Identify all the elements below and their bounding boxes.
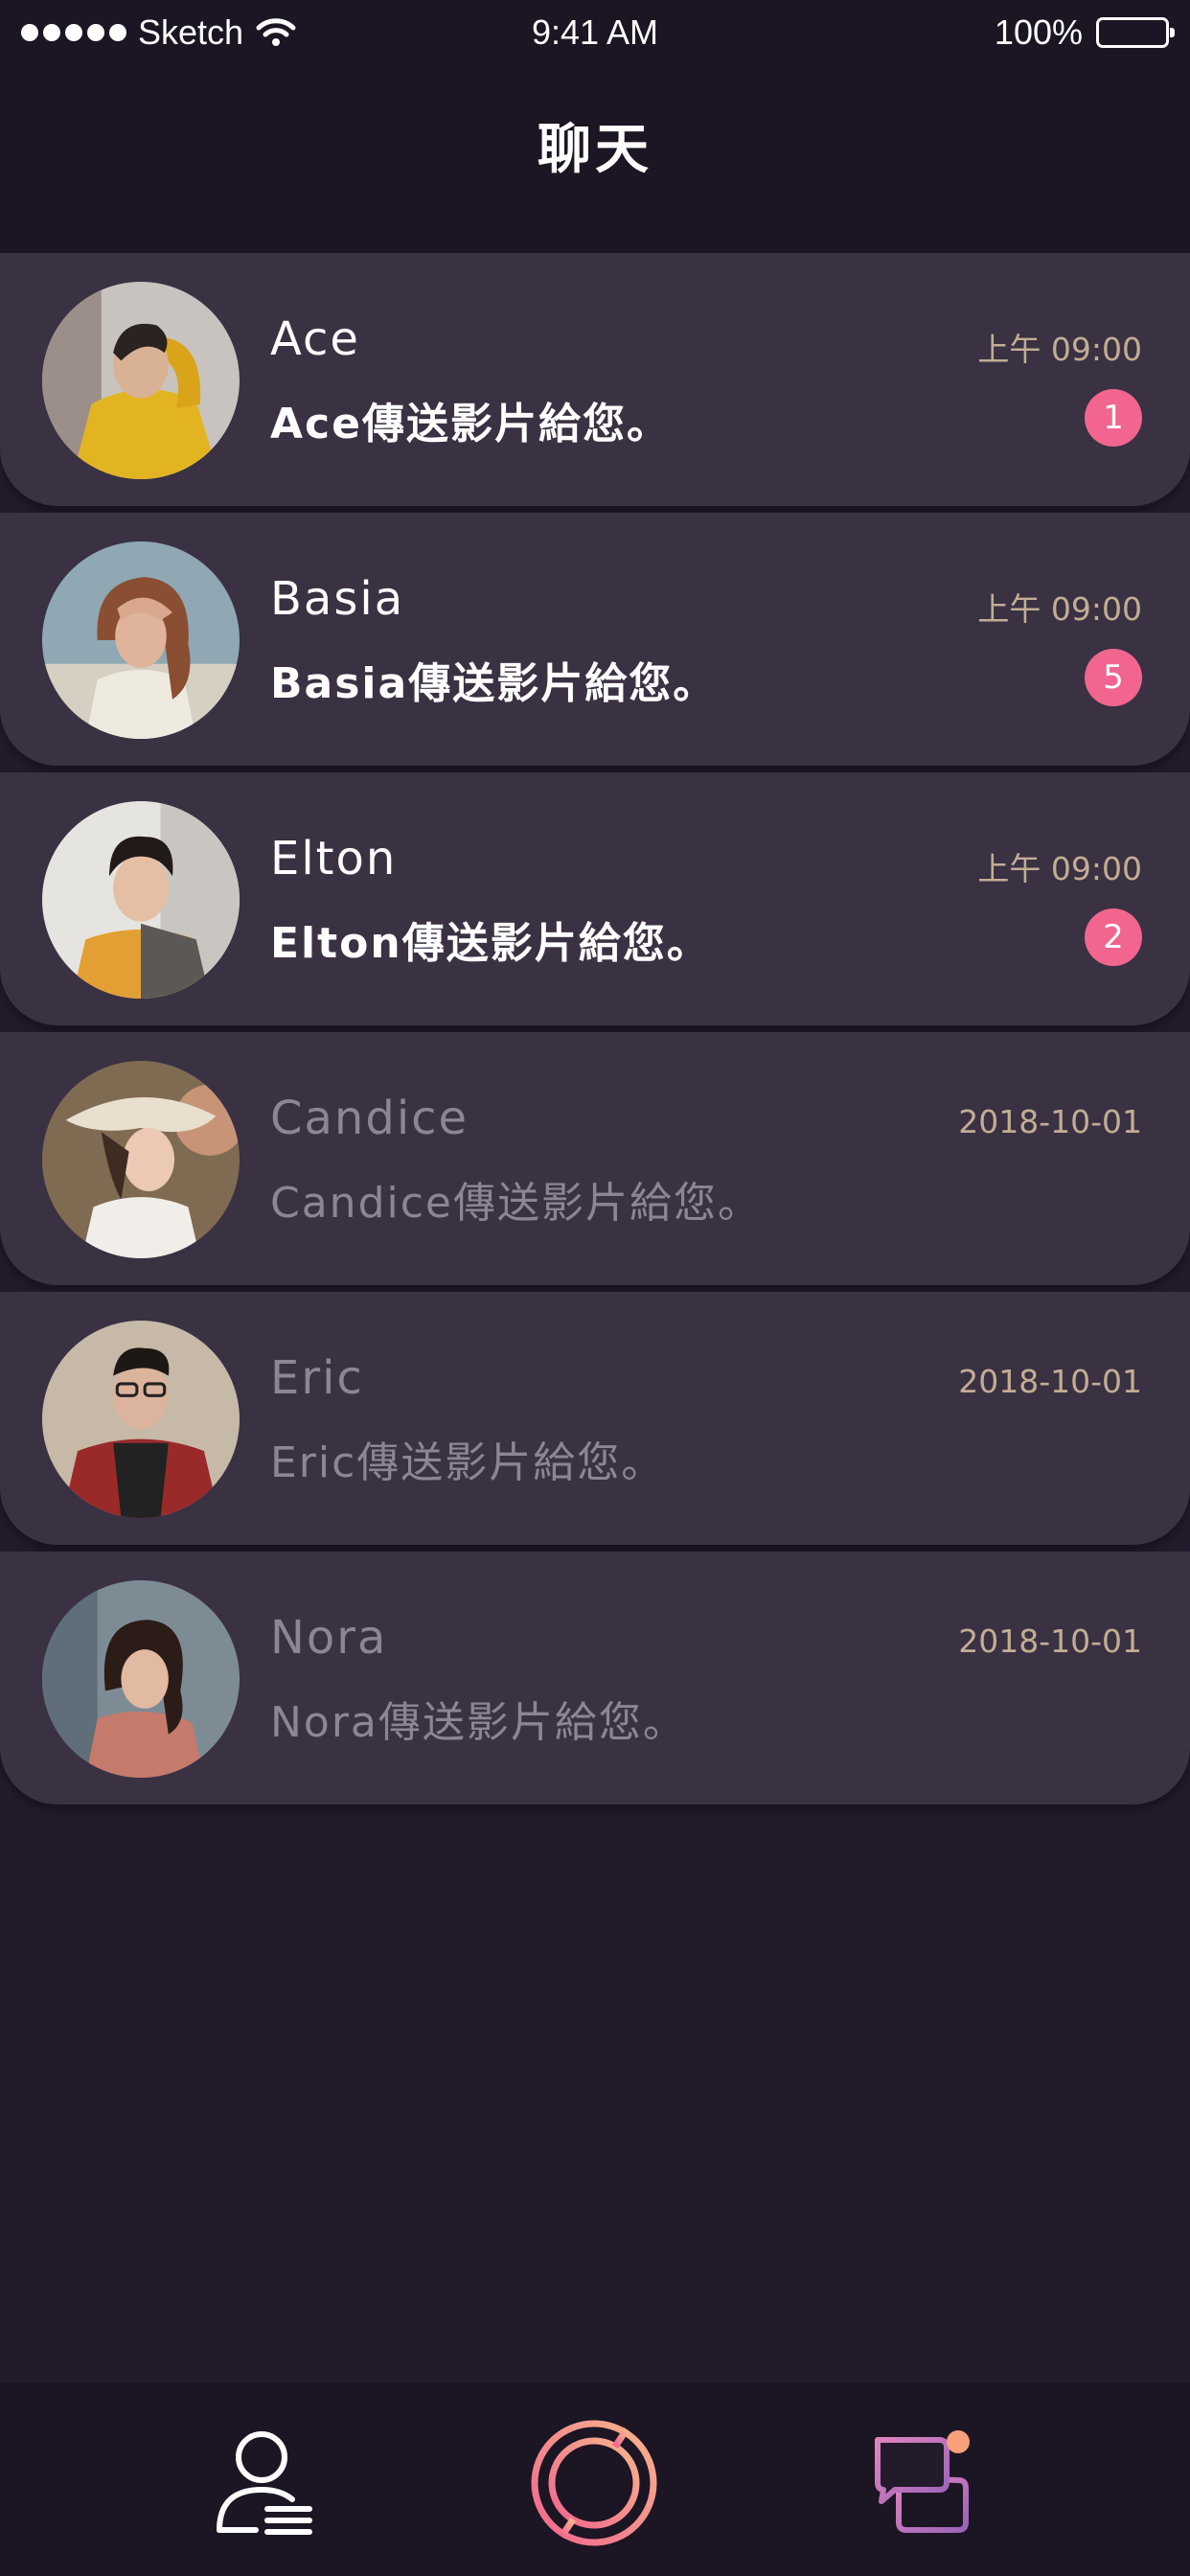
chat-item-elton[interactable]: Elton 上午 09:00 Elton傳送影片給您。 2: [0, 772, 1190, 1025]
message-time: 上午 09:00: [977, 590, 1142, 628]
nav-bar: 聊天: [0, 65, 1190, 253]
message-preview: Basia傳送影片給您。: [270, 659, 718, 708]
tab-bar: [0, 2382, 1190, 2576]
message-preview: Ace傳送影片給您。: [270, 400, 671, 448]
message-time: 2018-10-01: [958, 1103, 1142, 1140]
chat-item-eric[interactable]: Eric 2018-10-01 Eric傳送影片給您。: [0, 1292, 1190, 1545]
battery-icon: [1096, 17, 1175, 48]
chat-list: Ace 上午 09:00 Ace傳送影片給您。 1 Basia 上午 09:00…: [0, 253, 1190, 1811]
message-preview: Elton傳送影片給您。: [270, 919, 711, 968]
message-time: 2018-10-01: [958, 1363, 1142, 1400]
battery-percent: 100%: [994, 12, 1083, 52]
message-time: 上午 09:00: [977, 331, 1142, 368]
status-right: 100%: [994, 12, 1175, 53]
avatar: [42, 1321, 240, 1518]
wifi-icon: [256, 18, 296, 46]
contact-name: Ace: [270, 312, 360, 366]
message-time: 2018-10-01: [958, 1622, 1142, 1660]
avatar: [42, 1061, 240, 1258]
unread-badge: 5: [1085, 649, 1142, 706]
tab-profile[interactable]: [199, 2421, 333, 2545]
chat-item-candice[interactable]: Candice 2018-10-01 Candice傳送影片給您。: [0, 1032, 1190, 1285]
contact-name: Elton: [270, 832, 398, 886]
avatar: [42, 1580, 240, 1778]
status-left: Sketch: [21, 12, 297, 53]
status-bar: Sketch 9:41 AM 100%: [0, 0, 1190, 65]
message-preview: Eric傳送影片給您。: [270, 1438, 666, 1487]
chat-item-ace[interactable]: Ace 上午 09:00 Ace傳送影片給您。 1: [0, 253, 1190, 506]
chat-item-nora[interactable]: Nora 2018-10-01 Nora傳送影片給您。: [0, 1552, 1190, 1805]
contact-name: Candice: [270, 1092, 469, 1145]
chat-item-basia[interactable]: Basia 上午 09:00 Basia傳送影片給您。 5: [0, 513, 1190, 766]
carrier-label: Sketch: [138, 12, 244, 52]
avatar: [42, 282, 240, 479]
tab-camera[interactable]: [527, 2420, 661, 2546]
unread-badge: 2: [1085, 908, 1142, 966]
message-preview: Nora傳送影片給您。: [270, 1698, 687, 1747]
avatar: [42, 541, 240, 739]
message-preview: Candice傳送影片給您。: [270, 1179, 762, 1228]
message-time: 上午 09:00: [977, 850, 1142, 887]
contact-name: Nora: [270, 1611, 388, 1665]
camera-ring-icon: [531, 2420, 657, 2546]
profile-list-icon: [217, 2431, 312, 2535]
contact-name: Basia: [270, 572, 405, 626]
chat-bubbles-icon: [875, 2430, 970, 2533]
contact-name: Eric: [270, 1351, 364, 1405]
signal-dots-icon: [21, 24, 126, 41]
page-title: 聊天: [538, 118, 652, 181]
avatar: [42, 801, 240, 999]
tab-chat[interactable]: [860, 2421, 995, 2545]
unread-badge: 1: [1085, 389, 1142, 447]
